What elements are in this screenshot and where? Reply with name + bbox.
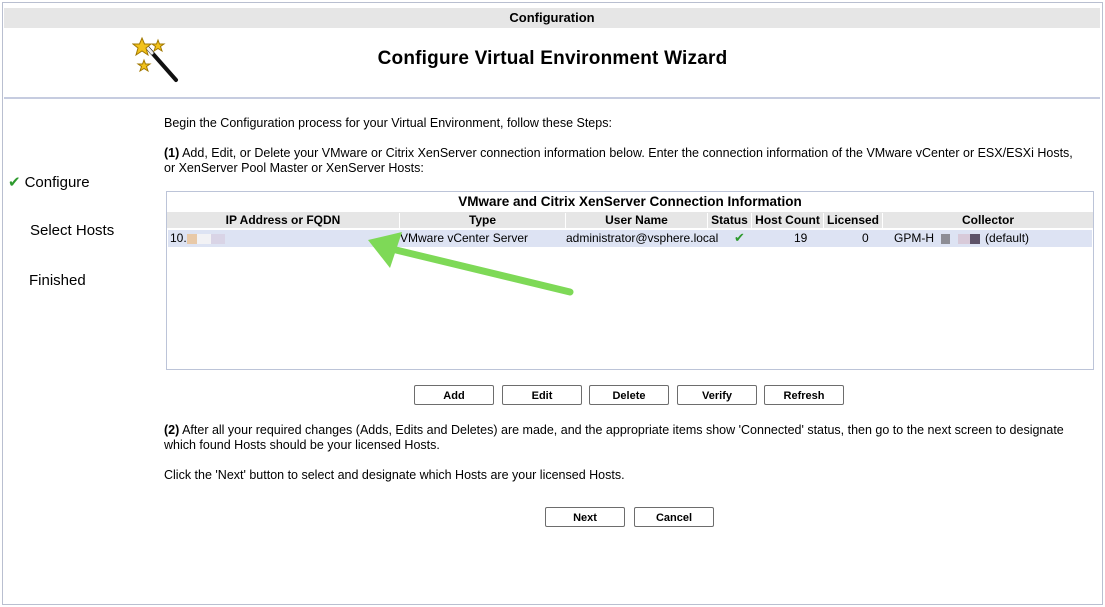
cell-type: VMware vCenter Server [400, 231, 529, 245]
col-licensed[interactable]: Licensed [824, 213, 883, 228]
cell-collector: GPM-H (default) [894, 231, 1029, 245]
next-button[interactable]: Next [545, 507, 625, 527]
header-divider [4, 97, 1100, 99]
intro-text: Begin the Configuration process for your… [164, 116, 612, 130]
step-select-hosts: Select Hosts [30, 222, 115, 239]
col-collector[interactable]: Collector [883, 213, 1093, 228]
step1-number: (1) [164, 146, 180, 160]
edit-button[interactable]: Edit [502, 385, 582, 405]
verify-button[interactable]: Verify [677, 385, 757, 405]
cell-ip: 10. [170, 231, 225, 245]
step2-text: After all your required changes (Adds, E… [164, 423, 1064, 452]
redacted-block [196, 233, 211, 244]
col-user[interactable]: User Name [566, 213, 708, 228]
cell-licensed: 0 [862, 231, 869, 245]
table-row[interactable]: 10. VMware vCenter Server administrator@… [168, 230, 1092, 247]
col-host-count[interactable]: Host Count [752, 213, 824, 228]
redacted-block [186, 233, 197, 244]
col-ip[interactable]: IP Address or FQDN [167, 213, 400, 228]
cell-host-count: 19 [794, 231, 808, 245]
next-instruction: Click the 'Next' button to select and de… [164, 468, 625, 482]
wizard-heading: Configure Virtual Environment Wizard [377, 48, 728, 69]
redacted-block [969, 233, 980, 244]
step2-number: (2) [164, 423, 180, 437]
collector-name: GPM-H [894, 231, 934, 245]
step-finished: Finished [29, 272, 86, 289]
step1-text: Add, Edit, or Delete your VMware or Citr… [164, 146, 1073, 175]
collector-default: (default) [985, 231, 1030, 245]
step1-instructions: (1) Add, Edit, or Delete your VMware or … [164, 146, 1084, 176]
col-status[interactable]: Status [708, 213, 752, 228]
delete-button[interactable]: Delete [589, 385, 669, 405]
redacted-block [210, 233, 225, 244]
cancel-button[interactable]: Cancel [634, 507, 714, 527]
check-icon: ✔ [734, 230, 745, 245]
redacted-block [957, 233, 970, 244]
table-header: IP Address or FQDN Type User Name Status… [167, 212, 1093, 228]
table-title: VMware and Citrix XenServer Connection I… [458, 194, 802, 209]
refresh-button[interactable]: Refresh [764, 385, 844, 405]
connection-table: VMware and Citrix XenServer Connection I… [166, 191, 1094, 370]
add-button[interactable]: Add [414, 385, 494, 405]
step2-instructions: (2) After all your required changes (Add… [164, 423, 1084, 453]
check-icon: ✔ [8, 174, 21, 191]
col-type[interactable]: Type [400, 213, 566, 228]
cell-user: administrator@vsphere.local [566, 231, 719, 245]
ip-text: 10. [170, 231, 187, 245]
redacted-block [941, 233, 951, 244]
window-title: Configuration [4, 8, 1100, 28]
step-label: Configure [24, 174, 90, 191]
step-configure: ✔ Configure [8, 173, 90, 191]
